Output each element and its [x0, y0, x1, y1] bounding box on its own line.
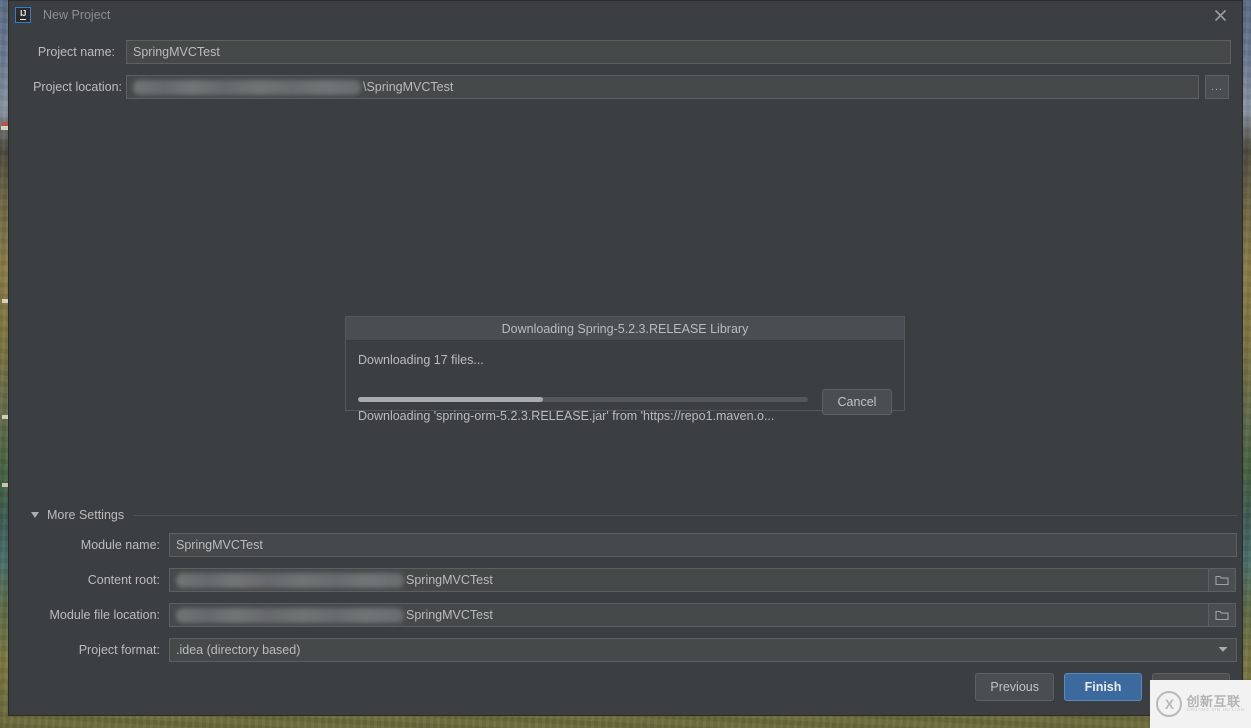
app-icon-label: IJ [20, 9, 26, 20]
download-dialog-body: Downloading 17 files... Downloading 'spr… [346, 341, 904, 423]
module-file-location-label: Module file location: [49, 608, 160, 622]
more-settings-toggle[interactable]: More Settings [31, 508, 1237, 522]
watermark-text: 创新互联 CHUANG XIN HU LIAN [1186, 695, 1244, 713]
module-name-row: Module name: SpringMVCTest [40, 533, 1240, 557]
chevron-down-icon [31, 512, 39, 518]
content-root-input[interactable]: SpringMVCTest [169, 568, 1209, 592]
watermark-logo-icon: X [1156, 691, 1183, 717]
content-root-row: Content root: SpringMVCTest [40, 568, 1240, 592]
project-location-row: Project location: \SpringMVCTest ... [23, 75, 1235, 99]
download-progress-bar [358, 397, 808, 402]
intellij-idea-icon: IJ [15, 7, 31, 23]
browse-content-root-button[interactable] [1208, 568, 1236, 592]
module-file-location-row: Module file location: SpringMVCTest [40, 603, 1240, 627]
project-format-value: .idea (directory based) [176, 643, 301, 657]
project-format-select[interactable]: .idea (directory based) [169, 638, 1237, 662]
ellipsis-icon: ... [1210, 81, 1224, 93]
close-icon[interactable] [1198, 1, 1242, 29]
chevron-down-icon [1218, 646, 1228, 653]
download-cancel-button[interactable]: Cancel [822, 389, 892, 415]
browse-module-file-location-button[interactable] [1208, 603, 1236, 627]
project-location-suffix: \SpringMVCTest [363, 80, 454, 94]
page-title: New Project [43, 8, 111, 22]
project-name-input[interactable]: SpringMVCTest [126, 40, 1231, 64]
module-name-label: Module name: [80, 538, 160, 552]
redacted-path [176, 607, 404, 623]
download-progress-dialog: Downloading Spring-5.2.3.RELEASE Library… [345, 316, 905, 423]
project-format-label: Project format: [78, 643, 160, 657]
project-location-input[interactable]: \SpringMVCTest [126, 75, 1199, 99]
download-detail-text: Downloading 'spring-orm-5.2.3.RELEASE.ja… [358, 409, 775, 423]
content-root-label: Content root: [87, 573, 160, 587]
previous-button[interactable]: Previous [975, 673, 1054, 701]
watermark-chinese: 创新互联 [1186, 693, 1241, 709]
project-name-row: Project name: SpringMVCTest [23, 40, 1233, 64]
project-format-row: Project format: .idea (directory based) [40, 638, 1240, 662]
project-name-label: Project name: [37, 45, 115, 59]
download-status-text: Downloading 17 files... [358, 353, 484, 367]
browse-project-location-button[interactable]: ... [1205, 75, 1229, 99]
watermark-pinyin: CHUANG XIN HU LIAN [1186, 707, 1245, 713]
module-file-location-value: SpringMVCTest [406, 608, 493, 622]
download-progress-fill [358, 397, 543, 402]
project-location-label: Project location: [33, 80, 122, 94]
finish-button[interactable]: Finish [1064, 673, 1142, 701]
more-settings-label: More Settings [47, 508, 125, 522]
redacted-path [133, 79, 361, 95]
module-name-value: SpringMVCTest [176, 538, 263, 552]
dialog-title-bar: IJ New Project [9, 1, 1242, 29]
redacted-path [176, 572, 404, 588]
module-name-input[interactable]: SpringMVCTest [169, 533, 1237, 557]
download-dialog-title: Downloading Spring-5.2.3.RELEASE Library [346, 317, 904, 341]
section-divider [133, 514, 1237, 516]
content-root-value: SpringMVCTest [406, 573, 493, 587]
module-file-location-input[interactable]: SpringMVCTest [169, 603, 1209, 627]
watermark: X 创新互联 CHUANG XIN HU LIAN [1150, 680, 1251, 728]
project-name-value: SpringMVCTest [133, 45, 220, 59]
watermark-logo-glyph: X [1164, 696, 1175, 712]
